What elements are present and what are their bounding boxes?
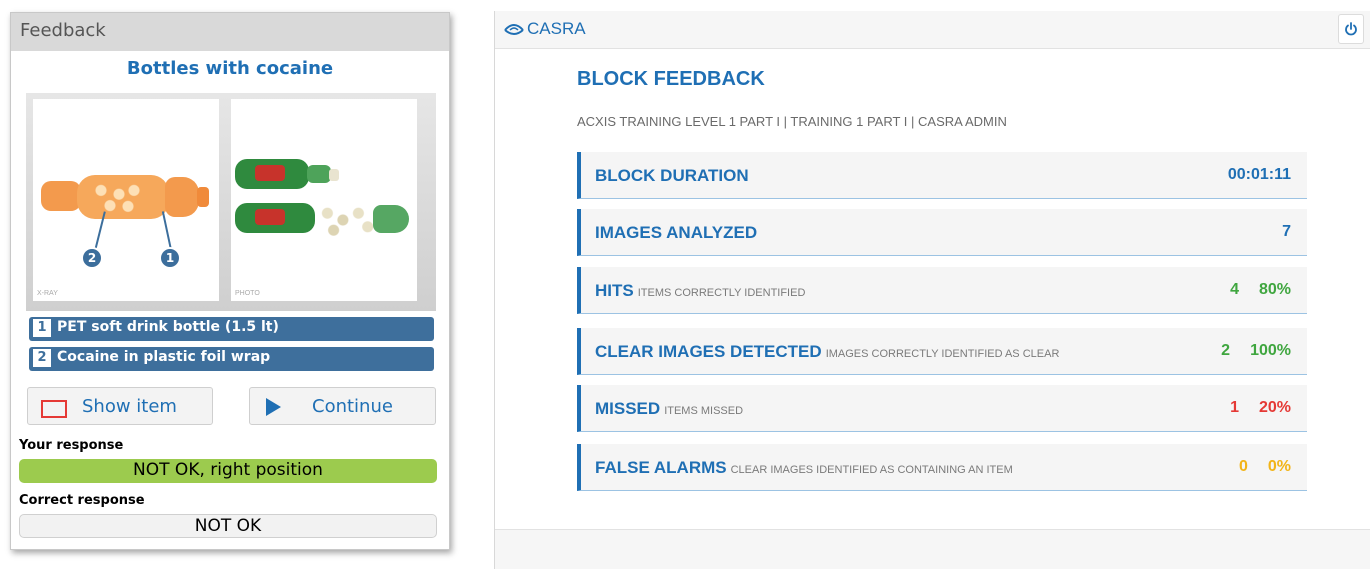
- show-item-label: Show item: [82, 396, 177, 417]
- power-button[interactable]: [1338, 14, 1364, 44]
- metric-description: ITEMS CORRECTLY IDENTIFIED: [637, 287, 806, 299]
- block-feedback-subtitle: ACXIS TRAINING LEVEL 1 PART I | TRAINING…: [577, 114, 1007, 129]
- xray-label: X-RAY: [37, 290, 58, 297]
- power-icon: [1345, 22, 1357, 36]
- casra-panel: CASRA BLOCK FEEDBACK ACXIS TRAINING LEVE…: [494, 11, 1370, 569]
- item-number: 2: [33, 349, 51, 367]
- metric-clear-images-detected: CLEAR IMAGES DETECTED IMAGES CORRECTLY ID…: [577, 328, 1307, 375]
- your-response-label: Your response: [19, 438, 124, 453]
- play-icon: [266, 398, 281, 416]
- correct-response-label: Correct response: [19, 493, 145, 508]
- red-square-icon: [41, 400, 67, 418]
- show-item-button[interactable]: Show item: [27, 387, 213, 425]
- metric-images-analyzed: IMAGES ANALYZED 7: [577, 209, 1307, 256]
- marker-1: 1: [159, 247, 181, 269]
- metric-value: 0: [1238, 458, 1248, 475]
- metric-description: ITEMS MISSED: [664, 405, 744, 417]
- feedback-panel: Feedback Bottles with cocaine 2 1 X-RAY: [10, 12, 450, 550]
- metric-value: 2: [1221, 342, 1231, 359]
- item-label: Cocaine in plastic foil wrap: [57, 349, 271, 365]
- metric-value: 7: [1282, 223, 1291, 240]
- metric-percent: 80%: [1258, 281, 1291, 298]
- continue-button[interactable]: Continue: [249, 387, 436, 425]
- metric-block-duration: BLOCK DURATION 00:01:11: [577, 152, 1307, 199]
- metric-name: MISSED: [595, 399, 661, 418]
- metric-hits: HITS ITEMS CORRECTLY IDENTIFIED 4 80%: [577, 267, 1307, 314]
- block-feedback-title: BLOCK FEEDBACK: [577, 68, 765, 90]
- footer-bar: [495, 529, 1370, 569]
- metric-value: 4: [1230, 281, 1239, 298]
- metric-name: IMAGES ANALYZED: [595, 223, 758, 242]
- casra-logo[interactable]: CASRA: [503, 19, 586, 39]
- item-image-area: 2 1 X-RAY PHOTO: [26, 93, 436, 311]
- metric-name: BLOCK DURATION: [595, 166, 749, 185]
- metric-name: FALSE ALARMS: [595, 458, 727, 477]
- casra-logo-icon: [504, 24, 524, 35]
- your-response-value: NOT OK, right position: [19, 459, 437, 483]
- item-row-2: 2 Cocaine in plastic foil wrap: [29, 347, 434, 371]
- xray-image: 2 1 X-RAY: [33, 99, 219, 301]
- item-row-1: 1 PET soft drink bottle (1.5 lt): [29, 317, 434, 341]
- metric-name: CLEAR IMAGES DETECTED: [595, 342, 822, 361]
- marker-2: 2: [81, 247, 103, 269]
- photo-image: PHOTO: [231, 99, 417, 301]
- correct-response-value: NOT OK: [19, 514, 437, 538]
- metric-value: 00:01:11: [1227, 166, 1291, 183]
- metric-false-alarms: FALSE ALARMS CLEAR IMAGES IDENTIFIED AS C…: [577, 444, 1307, 491]
- continue-label: Continue: [312, 396, 393, 417]
- top-bar: CASRA: [495, 11, 1370, 49]
- logo-text: CASRA: [527, 19, 586, 38]
- photo-label: PHOTO: [235, 290, 260, 297]
- metric-percent: 0%: [1267, 458, 1291, 475]
- item-label: PET soft drink bottle (1.5 lt): [57, 319, 279, 335]
- item-number: 1: [33, 319, 51, 337]
- metric-description: IMAGES CORRECTLY IDENTIFIED AS CLEAR: [825, 348, 1060, 360]
- metric-percent: 20%: [1258, 399, 1291, 416]
- metric-percent: 100%: [1250, 342, 1291, 359]
- feedback-header: Feedback: [11, 13, 449, 51]
- feedback-title: Bottles with cocaine: [126, 58, 334, 79]
- metric-missed: MISSED ITEMS MISSED 1 20%: [577, 385, 1307, 432]
- metric-description: CLEAR IMAGES IDENTIFIED AS CONTAINING AN…: [730, 464, 1013, 476]
- metric-name: HITS: [595, 281, 634, 300]
- metric-value: 1: [1230, 399, 1239, 416]
